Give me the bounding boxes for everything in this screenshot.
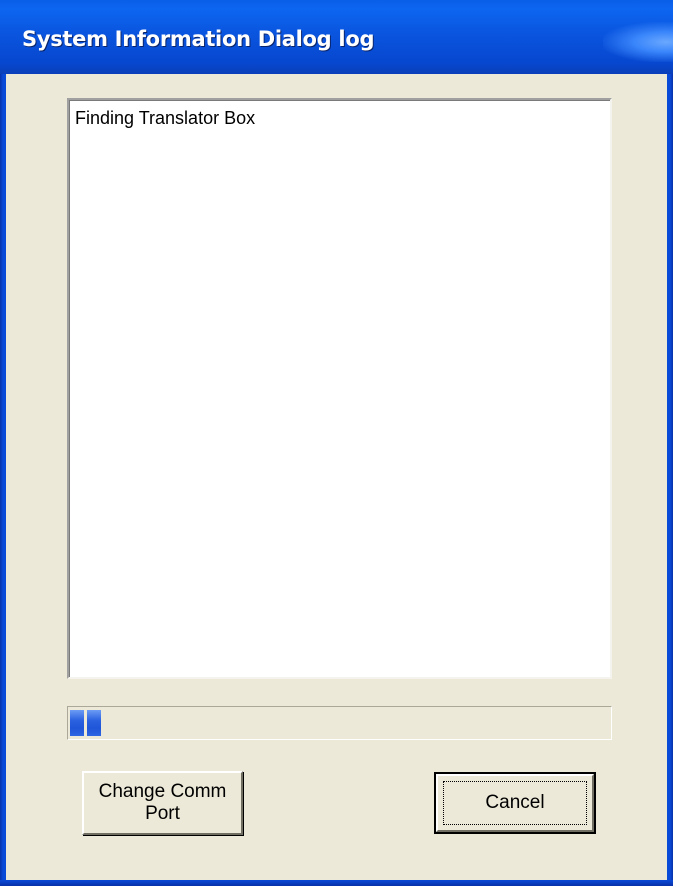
progress-bar <box>67 706 612 740</box>
change-comm-port-label-line2: Port <box>145 803 180 824</box>
cancel-button-label: Cancel <box>485 792 545 813</box>
progress-block <box>70 710 84 736</box>
title-bar-glow <box>603 22 673 62</box>
log-line: Finding Translator Box <box>75 108 256 128</box>
title-bar[interactable]: System Information Dialog log <box>0 0 673 74</box>
change-comm-port-button[interactable]: Change Comm Port <box>82 771 243 835</box>
window-border-right <box>667 74 673 886</box>
log-listbox[interactable]: Finding Translator Box <box>67 98 612 679</box>
window-title: System Information Dialog log <box>22 27 375 51</box>
cancel-button[interactable]: Cancel <box>434 772 596 834</box>
dialog-window: System Information Dialog log Finding Tr… <box>0 0 673 886</box>
dialog-client-area: Finding Translator Box Change Comm Port … <box>6 74 667 880</box>
progress-block <box>87 710 101 736</box>
window-border-bottom <box>0 880 673 886</box>
progress-fill <box>70 710 101 736</box>
change-comm-port-label-line1: Change Comm <box>98 781 227 802</box>
